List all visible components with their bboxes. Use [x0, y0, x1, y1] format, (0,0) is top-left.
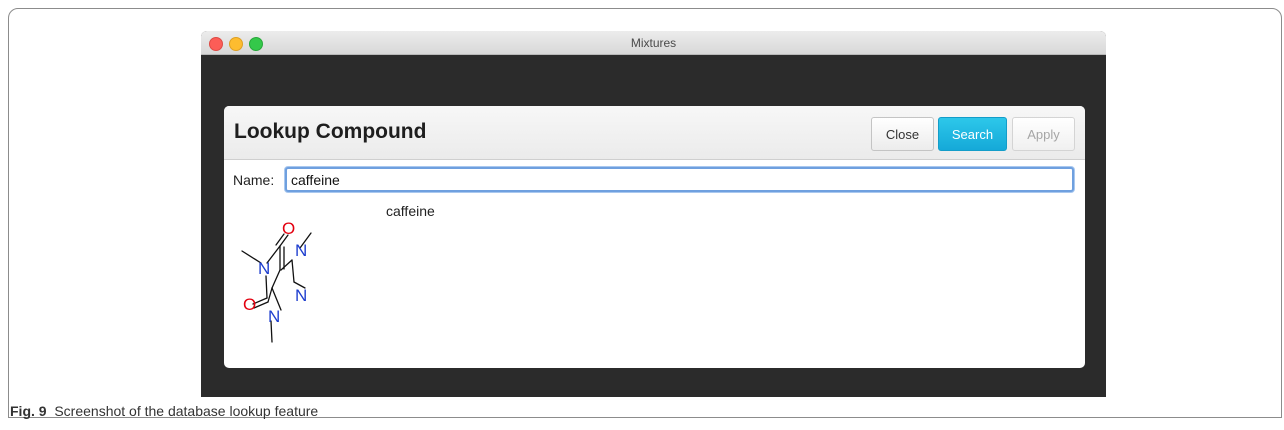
dialog-header: Lookup Compound Close Search Apply — [224, 106, 1085, 160]
oxygen-atom-top: O — [282, 219, 295, 238]
nitrogen-atom-1: N — [258, 259, 270, 278]
app-window: Mixtures Lookup Compound Close Search Ap… — [201, 31, 1106, 397]
dialog-title: Lookup Compound — [234, 120, 427, 143]
oxygen-atom-left: O — [243, 295, 256, 314]
caption-label: Fig. 9 — [10, 403, 47, 419]
figure-caption: Fig. 9 Screenshot of the database lookup… — [10, 403, 318, 419]
nitrogen-atom-3: N — [268, 307, 280, 326]
caption-text: Screenshot of the database lookup featur… — [54, 403, 319, 419]
window-title: Mixtures — [630, 36, 677, 50]
result-name: caffeine — [386, 203, 435, 219]
name-label: Name: — [233, 172, 275, 188]
search-button[interactable]: Search — [938, 117, 1007, 151]
close-button[interactable]: Close — [871, 117, 934, 151]
caffeine-structure-icon: O O N N N N — [241, 219, 312, 343]
lookup-dialog: Lookup Compound Close Search Apply Name:… — [224, 106, 1085, 368]
nitrogen-atom-9: N — [295, 286, 307, 305]
nitrogen-atom-7: N — [295, 241, 307, 260]
apply-button[interactable]: Apply — [1012, 117, 1075, 151]
name-input[interactable] — [285, 167, 1074, 192]
title-bar[interactable]: Mixtures — [201, 31, 1106, 55]
